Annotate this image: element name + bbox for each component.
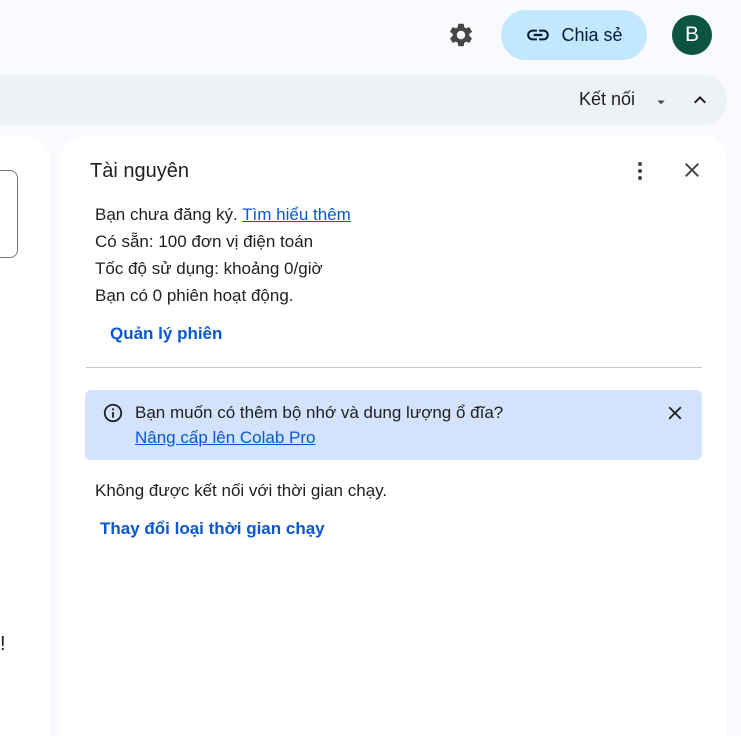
link-icon	[527, 29, 550, 41]
top-bar: Chia sẻ B	[0, 0, 741, 72]
subscription-status: Bạn chưa đăng ký. Tìm hiểu thêm	[95, 205, 351, 225]
learn-more-link[interactable]: Tìm hiểu thêm	[242, 205, 351, 224]
share-button[interactable]: Chia sẻ	[501, 10, 647, 60]
divider	[86, 367, 702, 368]
not-subscribed-text: Bạn chưa đăng ký.	[95, 205, 238, 224]
info-icon	[103, 403, 123, 423]
active-sessions: Bạn có 0 phiên hoạt động.	[95, 286, 294, 305]
available-units: Có sẵn: 100 đơn vị điện toán	[95, 232, 314, 251]
share-label: Chia sẻ	[561, 24, 623, 45]
chevron-up-icon[interactable]	[688, 88, 712, 112]
upgrade-colab-pro-link[interactable]: Nâng cấp lên Colab Pro	[135, 428, 316, 448]
resources-title: Tài nguyên	[90, 160, 189, 182]
upgrade-banner	[85, 390, 702, 460]
avatar-initial: B	[684, 23, 699, 46]
close-icon[interactable]	[680, 158, 704, 182]
runtime-status: Không được kết nối với thời gian chạy.	[95, 481, 388, 500]
left-panel-input[interactable]	[0, 170, 18, 258]
more-vert-icon[interactable]	[628, 158, 652, 184]
banner-text: Bạn muốn có thêm bộ nhớ và dung lượng ổ …	[135, 403, 504, 422]
usage-rate: Tốc độ sử dụng: khoảng 0/giờ	[95, 259, 323, 278]
left-panel-text: !	[0, 633, 6, 655]
change-runtime-type-link[interactable]: Thay đổi loại thời gian chạy	[100, 519, 325, 539]
avatar[interactable]: B	[672, 15, 712, 55]
caret-down-icon[interactable]	[652, 93, 670, 111]
connect-button[interactable]: Kết nối	[579, 89, 635, 110]
gear-icon	[450, 23, 472, 47]
banner-close-icon[interactable]	[664, 402, 686, 424]
manage-sessions-link[interactable]: Quản lý phiên	[110, 324, 222, 344]
settings-button[interactable]	[444, 18, 478, 52]
